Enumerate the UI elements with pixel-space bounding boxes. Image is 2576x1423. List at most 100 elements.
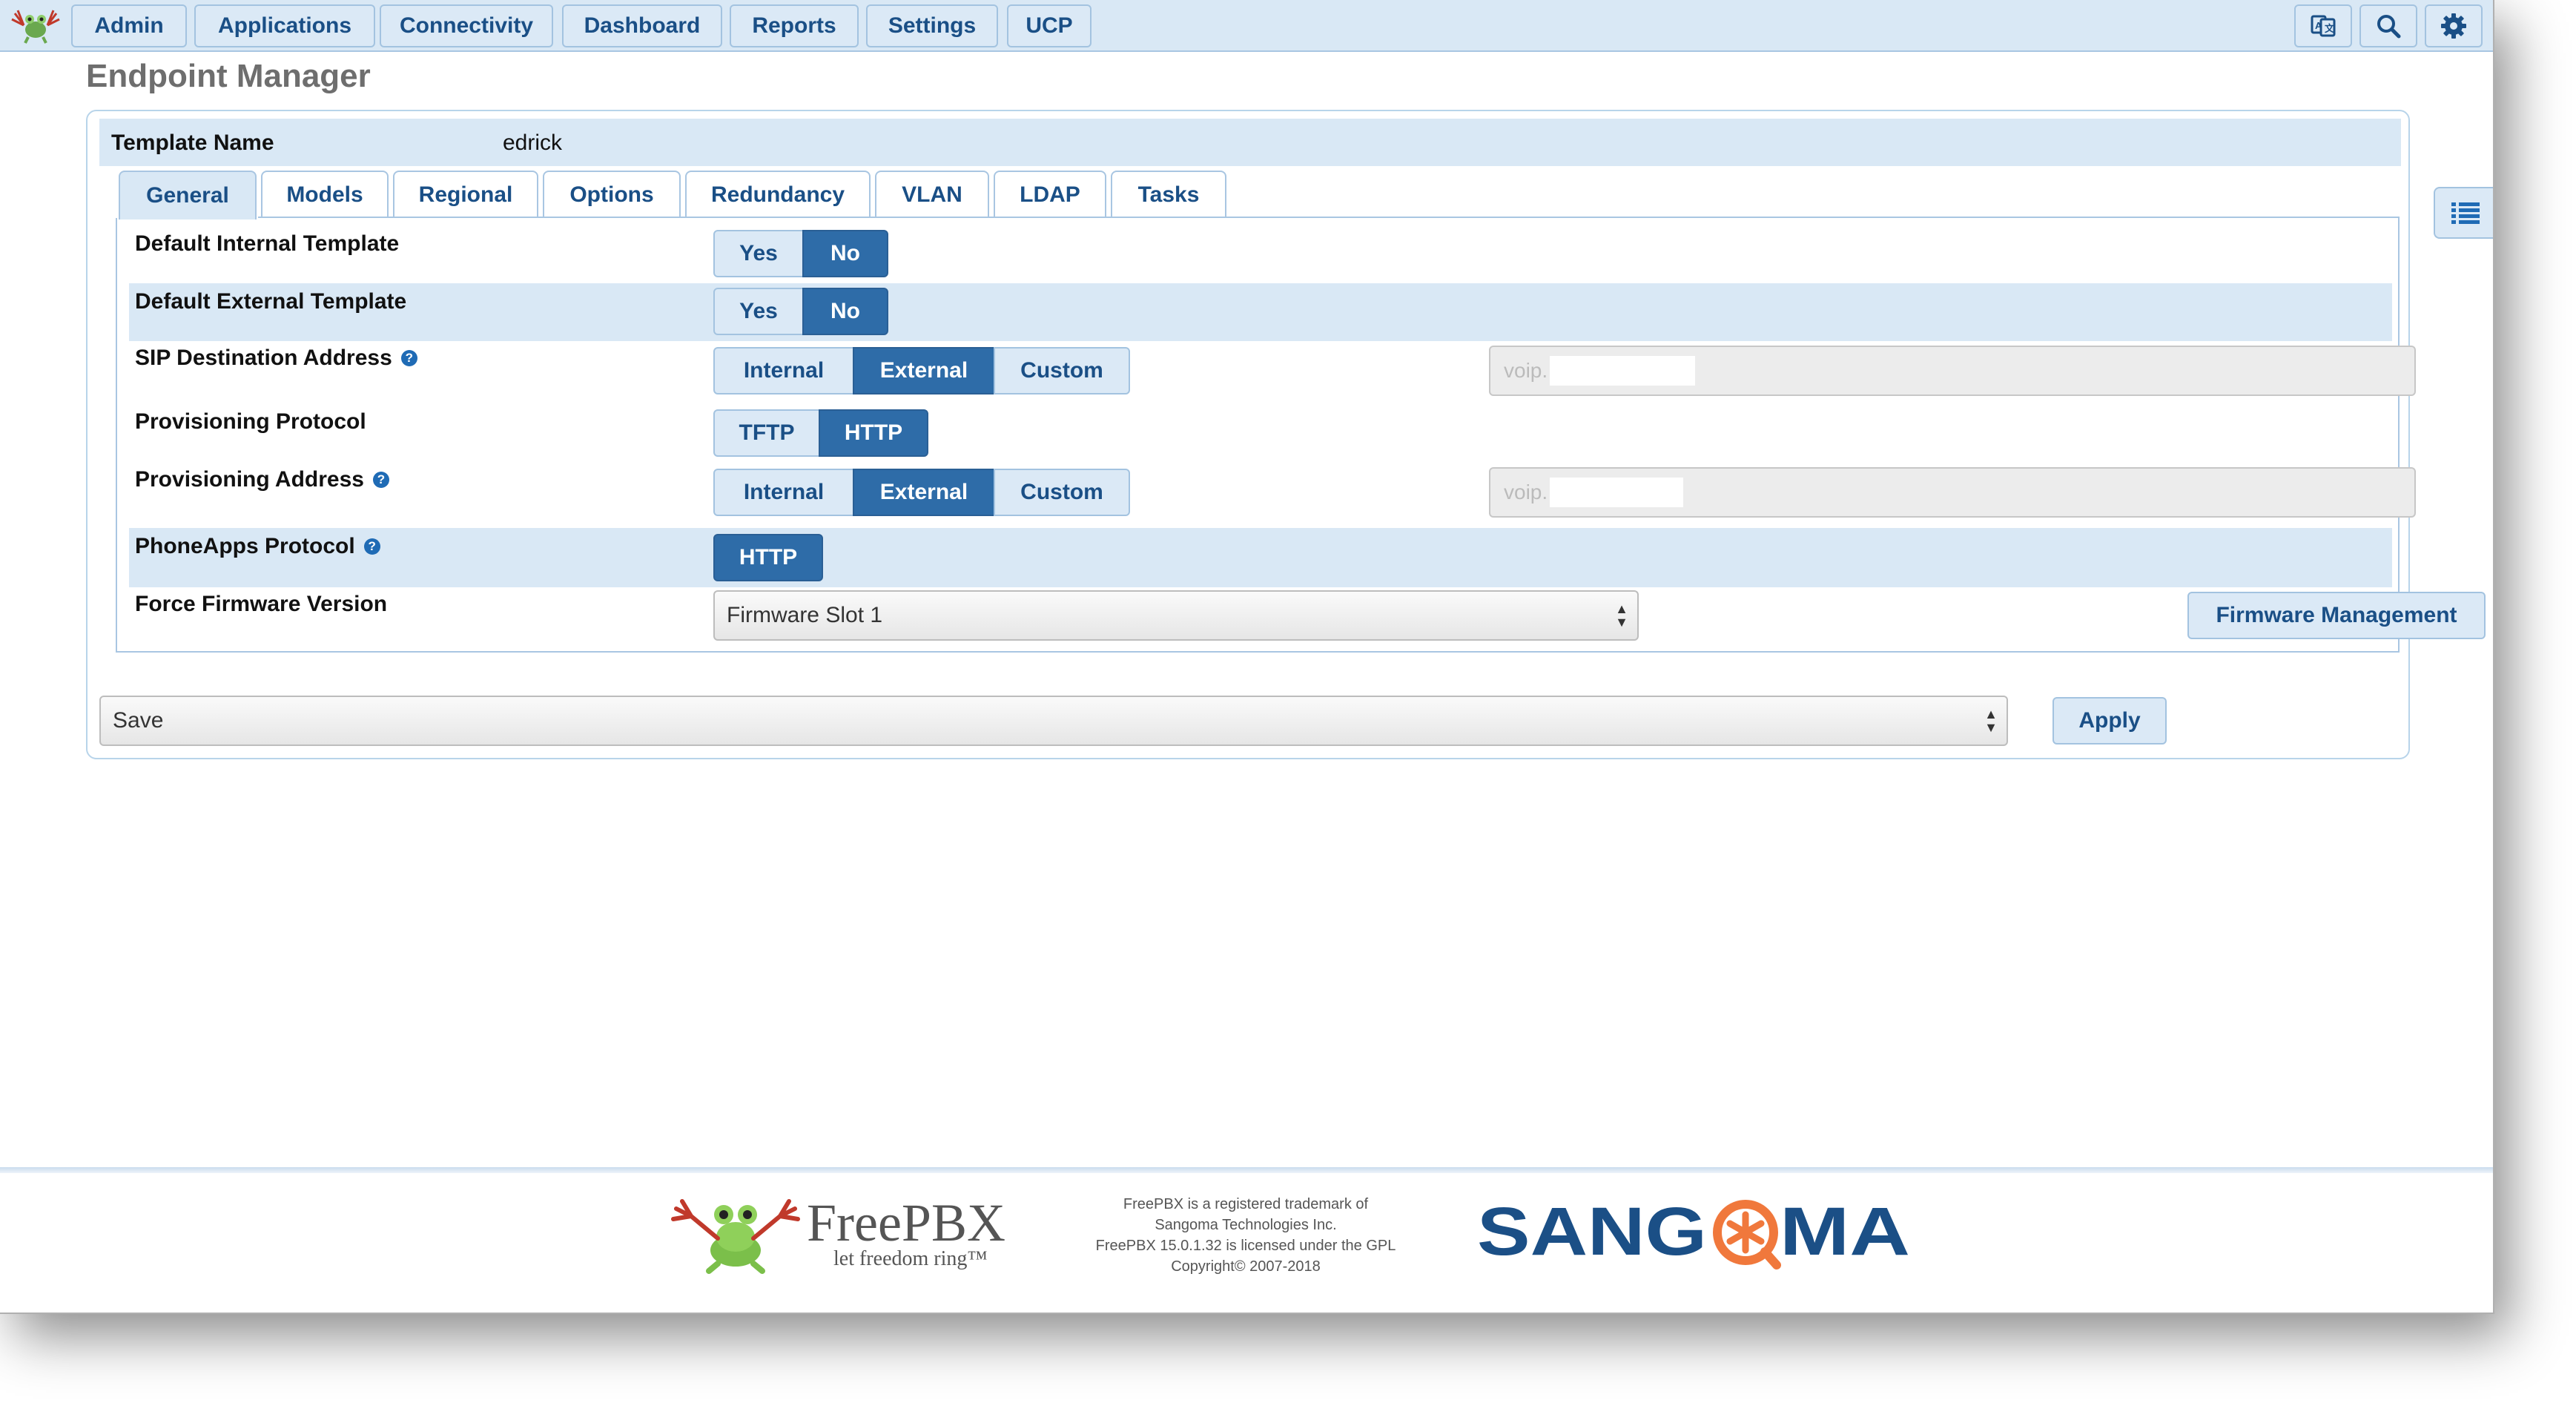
prov-address-input[interactable]: voip. <box>1489 467 2416 518</box>
prov-address-label-text: Provisioning Address <box>135 467 364 492</box>
list-icon <box>2451 202 2480 224</box>
sangoma-logo-icon: SANG MA <box>1477 1194 1910 1270</box>
default-internal-label-text: Default Internal Template <box>135 231 400 256</box>
nav-admin[interactable]: Admin <box>71 4 187 47</box>
tab-regional[interactable]: Regional <box>393 171 538 218</box>
tab-general[interactable]: General <box>119 171 257 219</box>
legal-line: FreePBX 15.0.1.32 is licensed under the … <box>1095 1238 1396 1254</box>
nav-applications[interactable]: Applications <box>194 4 375 47</box>
freepbx-tagline: let freedom ring™ <box>833 1247 988 1270</box>
sip-destination-input-value: voip. <box>1504 359 1548 382</box>
default-internal-row: Default Internal Template Yes No <box>129 225 2392 282</box>
sip-destination-options: Internal External Custom <box>713 347 1130 394</box>
tab-redundancy[interactable]: Redundancy <box>685 171 871 218</box>
phoneapps-protocol-label: PhoneApps Protocol ? <box>135 534 380 559</box>
nav-ucp[interactable]: UCP <box>1007 4 1092 47</box>
firmware-select[interactable]: Firmware Slot 1 ▲ ▼ <box>713 590 1639 641</box>
legal-notice: FreePBX is a registered trademark of San… <box>1068 1194 1424 1277</box>
search-button[interactable] <box>2359 4 2417 47</box>
phoneapps-protocol-row: PhoneApps Protocol ? HTTP <box>129 528 2392 587</box>
prov-address-label: Provisioning Address ? <box>135 467 389 492</box>
default-external-row: Default External Template Yes No <box>129 283 2392 341</box>
help-icon[interactable]: ? <box>372 472 389 488</box>
firmware-management-button[interactable]: Firmware Management <box>2187 592 2486 639</box>
sip-destination-input[interactable]: voip. <box>1489 346 2416 396</box>
freepbx-brand-text: FreePBX <box>807 1193 1005 1252</box>
legal-line: Sangoma Technologies Inc. <box>1155 1217 1337 1233</box>
firmware-row: Force Firmware Version Firmware Slot 1 ▲… <box>129 589 2486 648</box>
firmware-select-value: Firmware Slot 1 <box>727 603 883 627</box>
default-external-no[interactable]: No <box>802 288 888 335</box>
settings-button[interactable] <box>2425 4 2483 47</box>
sip-destination-external[interactable]: External <box>853 347 995 394</box>
prov-protocol-tftp[interactable]: TFTP <box>713 409 820 457</box>
legal-line: FreePBX is a registered trademark of <box>1123 1196 1369 1212</box>
default-internal-toggle: Yes No <box>713 230 888 277</box>
nav-settings[interactable]: Settings <box>866 4 998 47</box>
apply-button[interactable]: Apply <box>2052 697 2167 744</box>
sangoma-logo[interactable]: SANG MA <box>1477 1194 1915 1270</box>
firmware-label: Force Firmware Version <box>135 592 387 617</box>
prov-address-internal[interactable]: Internal <box>713 469 854 516</box>
freepbx-logo-icon[interactable] <box>7 7 64 44</box>
prov-address-row: Provisioning Address ? Internal External… <box>129 464 2416 526</box>
default-internal-label: Default Internal Template <box>135 231 399 257</box>
phoneapps-protocol-http[interactable]: HTTP <box>713 534 823 581</box>
legal-line: Copyright© 2007-2018 <box>1171 1258 1321 1275</box>
sip-destination-internal[interactable]: Internal <box>713 347 854 394</box>
redacted-text <box>1550 356 1695 386</box>
redacted-text <box>1550 478 1683 507</box>
tab-models[interactable]: Models <box>261 171 389 218</box>
side-menu-toggle[interactable] <box>2434 187 2493 239</box>
freepbx-footer-logo[interactable]: FreePBX let freedom ring™ <box>666 1192 1014 1274</box>
prov-protocol-label: Provisioning Protocol <box>135 409 366 435</box>
page-title: Endpoint Manager <box>86 58 371 94</box>
prov-protocol-label-text: Provisioning Protocol <box>135 409 366 434</box>
default-external-toggle: Yes No <box>713 288 888 335</box>
select-arrows-icon: ▲ ▼ <box>1984 707 1998 735</box>
default-external-label: Default External Template <box>135 289 406 314</box>
select-arrows-icon: ▲ ▼ <box>1615 601 1628 630</box>
footer-divider <box>0 1167 2493 1173</box>
tab-ldap[interactable]: LDAP <box>994 171 1106 218</box>
nav-connectivity[interactable]: Connectivity <box>380 4 553 47</box>
default-external-yes[interactable]: Yes <box>713 288 804 335</box>
svg-text:SANG: SANG <box>1477 1195 1707 1270</box>
action-select[interactable]: Save ▲ ▼ <box>99 696 2008 746</box>
prov-address-external[interactable]: External <box>853 469 995 516</box>
prov-address-options: Internal External Custom <box>713 469 1130 516</box>
app-window: Admin Applications Connectivity Dashboar… <box>0 0 2494 1314</box>
template-name-label: Template Name <box>111 131 274 155</box>
template-name-row: Template Name edrick <box>99 119 2401 166</box>
tab-tasks[interactable]: Tasks <box>1111 171 1226 218</box>
tab-options[interactable]: Options <box>543 171 681 218</box>
sip-destination-custom[interactable]: Custom <box>994 347 1130 394</box>
prov-address-custom[interactable]: Custom <box>994 469 1130 516</box>
template-panel: Template Name edrick General Models Regi… <box>86 110 2486 759</box>
gear-icon <box>2441 13 2466 39</box>
sip-destination-label: SIP Destination Address ? <box>135 346 417 371</box>
default-internal-yes[interactable]: Yes <box>713 230 804 277</box>
prov-protocol-http[interactable]: HTTP <box>819 409 928 457</box>
phoneapps-protocol-label-text: PhoneApps Protocol <box>135 534 355 558</box>
firmware-label-text: Force Firmware Version <box>135 592 388 616</box>
prov-protocol-row: Provisioning Protocol TFTP HTTP <box>129 406 2392 463</box>
tab-vlan[interactable]: VLAN <box>875 171 989 218</box>
nav-dashboard[interactable]: Dashboard <box>562 4 722 47</box>
phoneapps-protocol-options: HTTP <box>713 534 823 581</box>
svg-text:文: 文 <box>2325 23 2335 34</box>
translate-button[interactable]: A 文 <box>2294 4 2352 47</box>
search-icon <box>2377 15 2401 39</box>
svg-text:A: A <box>2315 20 2322 31</box>
top-navbar: Admin Applications Connectivity Dashboar… <box>0 0 2493 52</box>
nav-reports[interactable]: Reports <box>730 4 859 47</box>
svg-text:MA: MA <box>1780 1195 1910 1270</box>
prov-protocol-options: TFTP HTTP <box>713 409 928 457</box>
sip-destination-row: SIP Destination Address ? Internal Exter… <box>129 343 2416 405</box>
help-icon[interactable]: ? <box>400 350 417 366</box>
help-icon[interactable]: ? <box>363 538 380 555</box>
freepbx-frog-icon <box>671 1199 800 1274</box>
translate-icon: A 文 <box>2311 15 2336 37</box>
general-tab-content: Default Internal Template Yes No Default… <box>116 218 2486 653</box>
default-internal-no[interactable]: No <box>802 230 888 277</box>
